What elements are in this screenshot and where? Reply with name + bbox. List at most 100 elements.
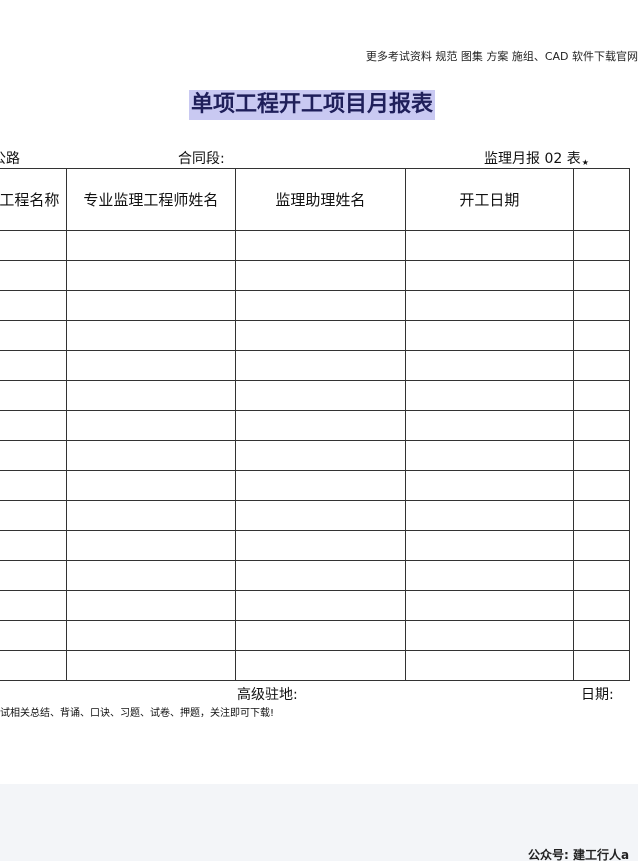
table-cell: [0, 380, 67, 411]
table-cell: [0, 590, 67, 621]
document-page: 更多考试资料 规范 图集 方案 施组、CAD 软件下载官网 单项工程开工项目月报…: [0, 0, 638, 784]
page-title: 单项工程开工项目月报表: [189, 90, 436, 120]
table-cell: [235, 320, 406, 351]
table-row: [0, 290, 630, 321]
table-cell: [235, 380, 406, 411]
table-cell: [0, 290, 67, 321]
table-cell: [65, 260, 237, 291]
table-row: [0, 350, 630, 381]
table-cell: [573, 650, 630, 681]
table-cell: [404, 260, 575, 291]
table-row: [0, 260, 630, 291]
table-cell: [404, 650, 575, 681]
table-row: [0, 560, 630, 591]
table-cell: [573, 530, 630, 561]
table-row: [0, 230, 630, 261]
table-row: [0, 320, 630, 351]
col-engineer-name: 专业监理工程师姓名: [65, 168, 237, 231]
table-row: [0, 590, 630, 621]
table-cell: [0, 410, 67, 441]
table-body: [0, 230, 630, 681]
table-row: [0, 530, 630, 561]
table-row: [0, 410, 630, 441]
table-cell: [65, 350, 237, 381]
table-cell: [0, 650, 67, 681]
table-cell: [404, 470, 575, 501]
table-cell: [235, 650, 406, 681]
table-cell: [65, 380, 237, 411]
table-cell: [404, 320, 575, 351]
table-cell: [0, 470, 67, 501]
top-note: 更多考试资料 规范 图集 方案 施组、CAD 软件下载官网: [365, 50, 638, 63]
col-project-name: 工程名称: [0, 168, 67, 231]
table-cell: [404, 440, 575, 471]
table-cell: [0, 620, 67, 651]
table-cell: [404, 230, 575, 261]
table-cell: [235, 230, 406, 261]
form-number-text: 监理月报 02 表: [484, 151, 581, 167]
table-cell: [65, 650, 237, 681]
table-cell: [0, 350, 67, 381]
table-cell: [573, 500, 630, 531]
table-cell: [573, 380, 630, 411]
table-cell: [65, 410, 237, 441]
table-cell: [235, 500, 406, 531]
table-cell: [404, 290, 575, 321]
table-cell: [235, 530, 406, 561]
table-cell: [65, 470, 237, 501]
table-cell: [0, 560, 67, 591]
contract-section-label: 合同段:: [178, 151, 225, 167]
table-cell: [65, 440, 237, 471]
table-cell: [0, 320, 67, 351]
table-cell: [65, 290, 237, 321]
table-cell: [404, 560, 575, 591]
table-cell: [573, 620, 630, 651]
table-cell: [0, 500, 67, 531]
table-cell: [573, 290, 630, 321]
table-cell: [235, 260, 406, 291]
table-cell: [404, 530, 575, 561]
table-cell: [573, 470, 630, 501]
table-cell: [404, 350, 575, 381]
table-cell: [235, 350, 406, 381]
table-cell: [573, 350, 630, 381]
table-cell: [235, 440, 406, 471]
table-row: [0, 500, 630, 531]
table-cell: [65, 230, 237, 261]
table-cell: [235, 470, 406, 501]
table-cell: [0, 260, 67, 291]
table-cell: [573, 590, 630, 621]
table-cell: [0, 530, 67, 561]
table-row: [0, 650, 630, 681]
table-cell: [573, 320, 630, 351]
table-cell: [235, 590, 406, 621]
table-cell: [235, 560, 406, 591]
office-label: 高级驻地:: [237, 687, 298, 703]
table-cell: [65, 500, 237, 531]
table-cell: [404, 410, 575, 441]
table-cell: [65, 530, 237, 561]
table-cell: [573, 410, 630, 441]
table-cell: [235, 410, 406, 441]
table-cell: [65, 620, 237, 651]
road-label: 公路: [0, 151, 20, 167]
table-cell: [65, 590, 237, 621]
table-row: [0, 440, 630, 471]
star-icon: ★: [581, 158, 589, 167]
table-cell: [573, 560, 630, 591]
col-start-date: 开工日期: [404, 168, 575, 231]
table-cell: [404, 500, 575, 531]
table-cell: [65, 320, 237, 351]
wechat-watermark: 公众号: 建工行人a: [528, 848, 630, 862]
table-cell: [65, 560, 237, 591]
table-cell: [235, 290, 406, 321]
table-cell: [0, 440, 67, 471]
col-extra: [573, 168, 630, 231]
table-cell: [235, 620, 406, 651]
table-cell: [404, 380, 575, 411]
table-cell: [573, 230, 630, 261]
col-assistant-name: 监理助理姓名: [235, 168, 406, 231]
table-cell: [0, 230, 67, 261]
report-table: 工程名称 专业监理工程师姓名 监理助理姓名 开工日期: [0, 168, 630, 681]
table-cell: [573, 440, 630, 471]
